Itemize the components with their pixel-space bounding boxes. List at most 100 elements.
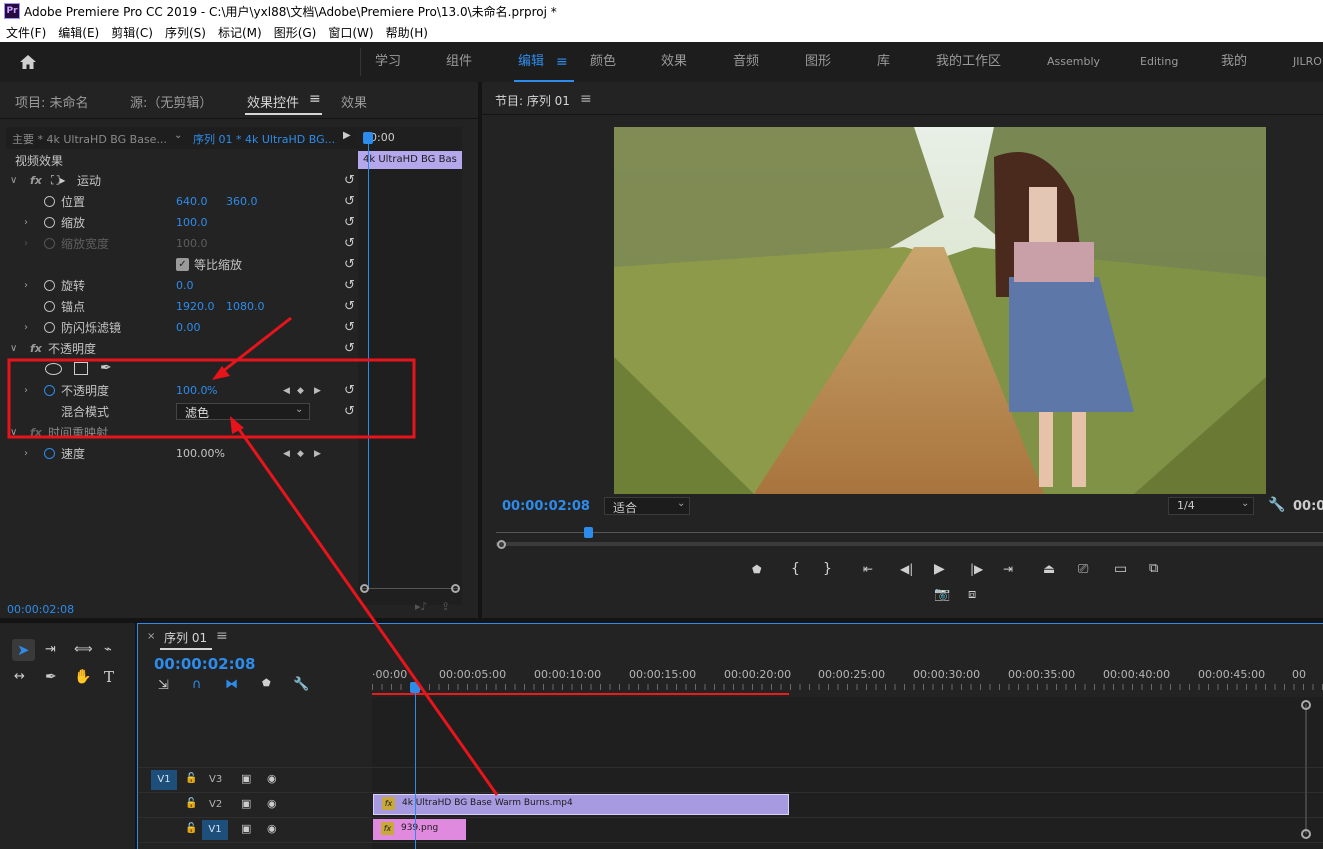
slip-tool-icon[interactable]: ↔ (14, 669, 25, 684)
chevron-down-icon[interactable]: ⌄ (174, 130, 182, 141)
step-back-icon[interactable]: ◀| (900, 562, 913, 576)
chevron-right-icon[interactable]: › (24, 385, 28, 396)
menu-help[interactable]: 帮助(H) (380, 24, 434, 41)
linked-selection-icon[interactable]: ⧓ (225, 677, 238, 692)
resolution-dropdown[interactable]: 1/4 ⌄ (1168, 497, 1254, 515)
program-timecode[interactable]: 00:00:02:08 (502, 499, 590, 514)
add-marker-icon[interactable]: ⬟ (262, 678, 271, 689)
time-remap-row[interactable]: ∨ fx 时间重映射 (8, 422, 360, 443)
hamburger-icon[interactable]: ≡ (580, 91, 592, 107)
master-clip-label[interactable]: 主要 * 4k UltraHD BG Base... (12, 131, 167, 147)
tab-source[interactable]: 源:（无剪辑） (130, 92, 212, 111)
reset-icon[interactable]: ↺ (344, 299, 355, 314)
track-v3-label[interactable]: V3 (209, 774, 222, 785)
lock-icon[interactable]: 🔓 (185, 773, 197, 784)
workspace-my-workspace[interactable]: 我的工作区 (936, 42, 1001, 82)
chevron-right-icon[interactable]: › (24, 322, 28, 333)
ripple-edit-tool-icon[interactable]: ⟺ (74, 642, 93, 657)
pen-tool-icon[interactable]: ✒ (45, 669, 57, 685)
chevron-right-icon[interactable]: › (24, 217, 28, 228)
tab-effect-controls[interactable]: 效果控件 (247, 92, 299, 111)
program-monitor-title[interactable]: 节目: 序列 01 (495, 92, 570, 109)
selection-tool-icon[interactable]: ➤ (17, 641, 30, 659)
timeline-tab[interactable]: 序列 01 (164, 629, 207, 646)
scroll-handle-right[interactable] (451, 584, 460, 593)
tab-project[interactable]: 项目: 未命名 (15, 92, 89, 111)
comparison-view-icon[interactable]: ⧉ (1149, 561, 1158, 576)
reset-icon[interactable]: ↺ (344, 278, 355, 293)
hamburger-icon[interactable]: ≡ (556, 42, 568, 82)
chevron-right-icon[interactable]: › (24, 448, 28, 459)
workspace-graphics[interactable]: 图形 (805, 42, 831, 82)
workspace-libraries[interactable]: 库 (877, 42, 890, 82)
track-v1-label[interactable]: V1 (202, 820, 228, 840)
timeline-playhead[interactable] (410, 682, 420, 693)
workspace-color[interactable]: 颜色 (590, 42, 616, 82)
opacity-effect-row[interactable]: ∨ fx 不透明度 ↺ (8, 338, 360, 359)
workspace-effects[interactable]: 效果 (661, 42, 687, 82)
menu-sequence[interactable]: 序列(S) (159, 24, 212, 41)
reset-icon[interactable]: ↺ (344, 173, 355, 188)
next-keyframe-icon[interactable]: ▶ (314, 386, 321, 396)
reset-icon[interactable]: ↺ (344, 404, 355, 419)
eye-icon[interactable]: ◉ (267, 797, 277, 810)
menu-file[interactable]: 文件(F) (0, 24, 52, 41)
rectangle-mask-icon[interactable] (74, 362, 88, 375)
chevron-right-icon[interactable]: › (24, 280, 28, 291)
workspace-mine[interactable]: 我的 (1221, 42, 1247, 82)
menu-window[interactable]: 窗口(W) (322, 24, 379, 41)
workspace-audio[interactable]: 音频 (733, 42, 759, 82)
reset-icon[interactable]: ↺ (344, 215, 355, 230)
clip-warm-burns[interactable]: fx 4k UltraHD BG Base Warm Burns.mp4 (373, 794, 789, 815)
track-select-tool-icon[interactable]: ⇥ (45, 642, 56, 657)
timeline-timecode[interactable]: 00:00:02:08 (154, 655, 256, 673)
wrench-icon[interactable]: 🔧 (1268, 497, 1285, 513)
button-editor-icon[interactable]: ⧈ (968, 587, 976, 602)
workspace-jilro[interactable]: JILRO (1293, 42, 1322, 82)
prev-keyframe-icon[interactable]: ◀ (283, 386, 290, 396)
workspace-editing-en[interactable]: Editing (1140, 42, 1178, 82)
reset-icon[interactable]: ↺ (344, 383, 355, 398)
step-forward-icon[interactable]: |▶ (970, 562, 983, 576)
wrench-icon[interactable]: 🔧 (293, 677, 309, 692)
position-y-value[interactable]: 360.0 (226, 195, 258, 208)
reset-icon[interactable]: ↺ (344, 257, 355, 272)
mini-timeline-clip[interactable]: 4k UltraHD BG Bas (358, 151, 462, 169)
close-icon[interactable]: × (147, 631, 155, 642)
go-to-in-icon[interactable]: ⇤ (863, 562, 873, 576)
scroll-handle-left[interactable] (360, 584, 369, 593)
stopwatch-icon[interactable] (44, 196, 55, 207)
menu-graphics[interactable]: 图形(G) (268, 24, 323, 41)
anchor-y-value[interactable]: 1080.0 (226, 300, 265, 313)
add-keyframe-icon[interactable]: ◆ (297, 386, 304, 396)
workspace-learn[interactable]: 学习 (375, 42, 401, 82)
stopwatch-icon[interactable] (44, 280, 55, 291)
nest-icon[interactable]: ⇲ (158, 678, 169, 693)
reset-icon[interactable]: ↺ (344, 341, 355, 356)
program-scrubber[interactable] (496, 542, 1323, 546)
stopwatch-active-icon[interactable] (44, 448, 55, 459)
hamburger-icon[interactable]: ≡ (216, 628, 228, 644)
track-v2-label[interactable]: V2 (209, 799, 222, 810)
play-arrow-icon[interactable]: ▶ (343, 130, 351, 141)
panel-menu-icon[interactable]: ≡ (309, 91, 321, 107)
add-marker-icon[interactable]: ⬟ (752, 563, 762, 576)
razor-tool-icon[interactable]: ⌁ (104, 642, 112, 657)
menu-edit[interactable]: 编辑(E) (52, 24, 105, 41)
sync-lock-icon[interactable]: ▣ (241, 772, 251, 785)
workspace-assembly-cn[interactable]: 组件 (446, 42, 472, 82)
tab-effects[interactable]: 效果 (341, 92, 367, 111)
stopwatch-icon[interactable] (44, 217, 55, 228)
menu-marker[interactable]: 标记(M) (212, 24, 268, 41)
export-icon[interactable]: ⇪ (441, 600, 450, 613)
scale-value[interactable]: 100.0 (176, 216, 208, 229)
play-icon[interactable]: ▶ (934, 561, 945, 577)
extract-icon[interactable]: ⎚ (1078, 562, 1088, 577)
sync-lock-icon[interactable]: ▣ (241, 822, 251, 835)
program-playhead[interactable] (584, 527, 593, 538)
menu-clip[interactable]: 剪辑(C) (105, 24, 159, 41)
eye-icon[interactable]: ◉ (267, 822, 277, 835)
audio-icon[interactable]: ▸♪ (415, 600, 428, 613)
mark-out-icon[interactable]: } (823, 561, 832, 577)
export-frame-icon[interactable]: 📷 (934, 587, 950, 602)
